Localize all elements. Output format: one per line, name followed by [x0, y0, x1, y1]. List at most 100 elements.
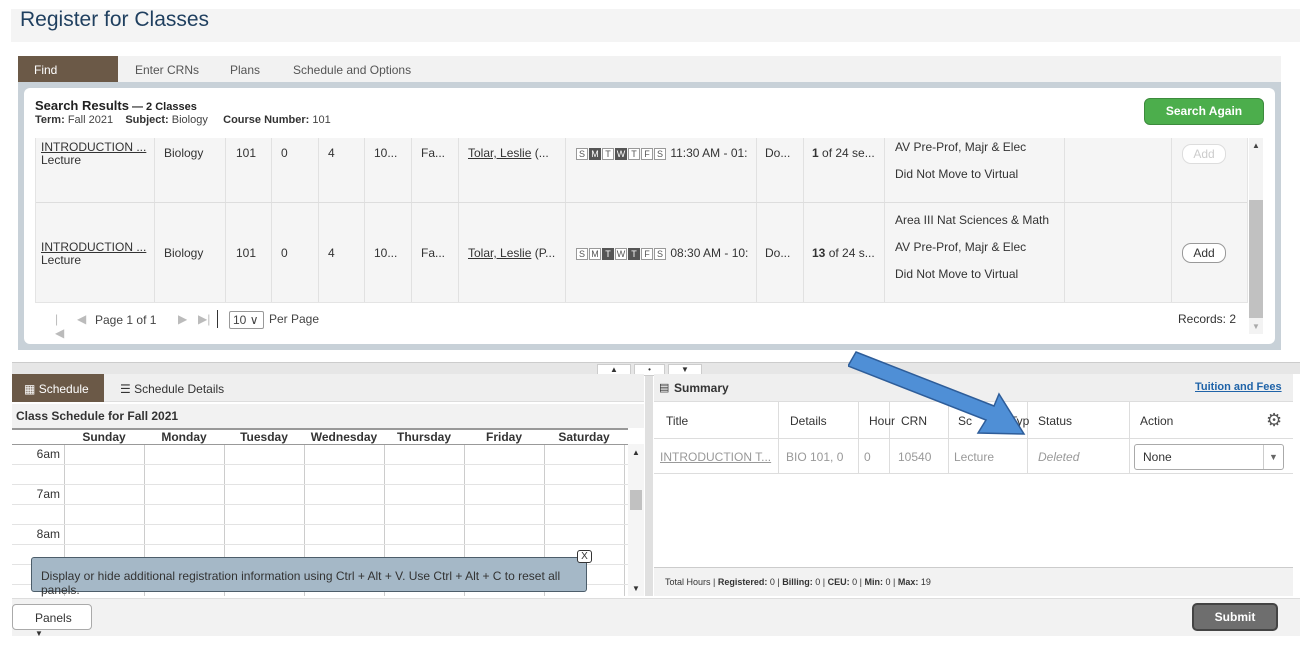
scroll-up-icon[interactable]: ▲ — [1252, 141, 1260, 150]
scroll-down-icon[interactable]: ▼ — [632, 584, 640, 593]
attribute: AV Pre-Prof, Majr & Elec — [895, 140, 1027, 154]
summary-course-link[interactable]: INTRODUCTION T... — [660, 450, 771, 464]
page-input[interactable]: 1 — [126, 313, 133, 327]
tab-schedule-details[interactable]: ☰ Schedule Details — [120, 374, 224, 402]
page-title: Register for Classes — [20, 8, 210, 31]
tab-schedule-label: Schedule — [38, 382, 89, 396]
first-page-icon[interactable]: |◀ — [55, 312, 64, 340]
search-results-title: Search Results — 2 Classes — [35, 98, 197, 113]
course-title-link[interactable]: INTRODUCTION ... — [41, 240, 146, 254]
gear-icon[interactable]: ⚙ — [1266, 410, 1282, 431]
seats-number: 13 — [812, 246, 826, 260]
prev-page-icon[interactable]: ◀ — [77, 312, 86, 326]
course-label: Course Number: — [223, 114, 310, 126]
schedule-tabs — [12, 374, 644, 402]
search-again-button[interactable]: Search Again — [1144, 98, 1264, 125]
annotation-arrow — [848, 351, 1026, 435]
day-fri: F — [641, 148, 653, 160]
last-page-icon[interactable]: ▶| — [198, 312, 210, 326]
tab-schedule[interactable]: ▦ Schedule — [12, 374, 104, 402]
section-cell: 0 — [281, 246, 288, 260]
tab-plans[interactable]: Plans — [230, 56, 260, 82]
day-wed: W — [615, 148, 627, 160]
submit-button[interactable]: Submit — [1192, 603, 1278, 631]
crn-cell: 10... — [374, 246, 398, 260]
course-cell: 101 — [236, 246, 257, 260]
col-title[interactable]: Title — [666, 414, 688, 428]
panels-label: Panels — [35, 611, 72, 625]
meeting-time: 08:30 AM - 10: — [670, 246, 749, 260]
instructor-cell: Tolar, Leslie (... — [468, 146, 549, 160]
day-header: Saturday — [544, 428, 624, 445]
search-filters: Term: Fall 2021 Subject: Biology Course … — [35, 114, 331, 126]
course-title-link[interactable]: INTRODUCTION ... — [41, 140, 146, 154]
crn-cell: 10... — [374, 146, 398, 160]
day-thu: T — [628, 248, 640, 260]
day-sun: S — [576, 248, 588, 260]
day-tue: T — [602, 148, 614, 160]
day-thu: T — [628, 148, 640, 160]
schedule-scroll-thumb[interactable] — [630, 490, 642, 510]
action-select[interactable]: None ▼ — [1134, 444, 1284, 470]
tab-schedule-options[interactable]: Schedule and Options — [293, 56, 411, 82]
term-label: Term: — [35, 114, 65, 126]
table-row[interactable]: INTRODUCTION ... Lecture Biology 101 0 4… — [36, 203, 1247, 302]
add-button[interactable]: Add — [1182, 144, 1226, 164]
course-value: 101 — [312, 114, 331, 126]
attribute: Did Not Move to Virtual — [895, 267, 1019, 281]
caret-down-icon: ▼ — [35, 629, 43, 638]
tuition-fees-link[interactable]: Tuition and Fees — [1195, 381, 1282, 393]
close-icon[interactable]: X — [577, 550, 592, 563]
ceu-value: 0 — [852, 577, 858, 587]
per-page-value: 10 — [233, 313, 247, 327]
section-cell: 0 — [281, 146, 288, 160]
tab-find-classes[interactable]: Find Classes — [18, 56, 118, 105]
panels-button[interactable]: Panels ▼ — [12, 604, 92, 638]
results-scroll-thumb[interactable] — [1249, 200, 1263, 318]
schedule-subtitle: Class Schedule for Fall 2021 — [12, 404, 644, 428]
schedule-scrollbar[interactable] — [628, 444, 644, 596]
max-label: Max: — [897, 577, 919, 587]
summary-crn: 10540 — [898, 450, 932, 464]
vertical-splitter[interactable] — [645, 376, 653, 596]
per-page-select[interactable]: 10 ∨ — [229, 311, 264, 329]
day-wed: W — [615, 248, 627, 260]
time-label: 7am — [36, 487, 60, 501]
col-details[interactable]: Details — [790, 414, 827, 428]
billing-label: Billing: — [782, 577, 813, 587]
instructor-extra: (... — [531, 146, 549, 160]
course-type: Lecture — [41, 153, 82, 167]
col-status[interactable]: Status — [1038, 414, 1072, 428]
day-header: Friday — [464, 428, 544, 445]
per-page-label: Per Page — [269, 312, 320, 326]
min-label: Min: — [864, 577, 884, 587]
instructor-link[interactable]: Tolar, Leslie — [468, 146, 531, 160]
max-value: 19 — [920, 577, 931, 587]
summary-status: Deleted — [1038, 450, 1080, 464]
day-tue: T — [602, 248, 614, 260]
term-cell: Fa... — [421, 146, 446, 160]
term-cell: Fa... — [421, 246, 446, 260]
tab-details-label: Schedule Details — [134, 382, 225, 396]
scroll-up-icon[interactable]: ▲ — [632, 448, 640, 457]
table-row[interactable]: INTRODUCTION ... Lecture Biology 101 0 4… — [36, 138, 1247, 203]
of-label: of — [136, 313, 147, 327]
scroll-down-icon[interactable]: ▼ — [1252, 322, 1260, 331]
term-value: Fall 2021 — [67, 114, 114, 126]
ceu-label: CEU: — [827, 577, 850, 587]
campus-cell: Do... — [765, 246, 791, 260]
summary-details: BIO 101, 0 — [786, 450, 844, 464]
summary-footer: Total Hours | Registered: 0 | Billing: 0… — [654, 568, 1293, 596]
next-page-icon[interactable]: ▶ — [178, 312, 187, 326]
shortcut-tooltip: Display or hide additional registration … — [31, 557, 587, 597]
tab-enter-crns[interactable]: Enter CRNs — [135, 56, 199, 82]
attribute: AV Pre-Prof, Majr & Elec — [895, 240, 1027, 254]
instructor-link[interactable]: Tolar, Leslie — [468, 246, 531, 260]
meeting-days: SMTWTFS 11:30 AM - 01: — [576, 146, 748, 160]
day-sat: S — [654, 248, 666, 260]
col-action[interactable]: Action — [1140, 414, 1173, 428]
summary-title: Summary — [674, 381, 729, 395]
day-header: Tuesday — [224, 428, 304, 445]
add-button[interactable]: Add — [1182, 243, 1226, 263]
page-info: Page 1 of 1 — [95, 313, 156, 327]
